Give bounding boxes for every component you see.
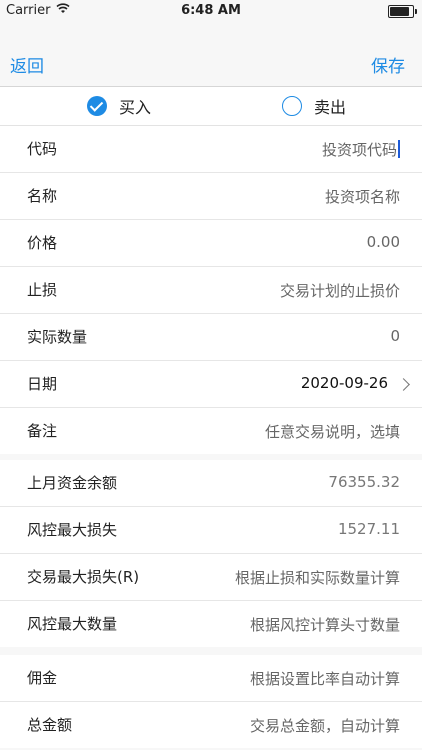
date-value[interactable]: 2020-09-26 bbox=[301, 374, 388, 392]
balance-value: 76355.32 bbox=[328, 473, 400, 491]
trade-max-loss-row: 交易最大损失(R) 根据止损和实际数量计算 bbox=[0, 554, 422, 601]
max-qty-row: 风控最大数量 根据风控计算头寸数量 bbox=[0, 601, 422, 647]
name-input[interactable]: 投资项名称 bbox=[325, 186, 400, 207]
total-label: 总金额 bbox=[27, 716, 73, 734]
price-input[interactable]: 0.00 bbox=[367, 233, 400, 251]
total-value: 交易总金额，自动计算 bbox=[249, 717, 400, 735]
max-loss-value: 1527.11 bbox=[337, 520, 400, 538]
commission-row: 佣金 根据设置比率自动计算 bbox=[0, 655, 422, 702]
back-button[interactable]: 返回 bbox=[10, 52, 44, 77]
note-label: 备注 bbox=[27, 422, 58, 440]
balance-row: 上月资金余额 76355.32 bbox=[0, 460, 422, 507]
max-loss-row: 风控最大损失 1527.11 bbox=[0, 507, 422, 554]
buy-option[interactable]: 买入 bbox=[87, 95, 151, 117]
text-cursor bbox=[398, 140, 400, 158]
trade-max-loss-label: 交易最大损失(R) bbox=[27, 568, 140, 586]
clock: 6:48 AM bbox=[181, 3, 241, 18]
code-row[interactable]: 代码 投资项代码 bbox=[0, 126, 422, 173]
risk-section: 上月资金余额 76355.32 风控最大损失 1527.11 交易最大损失(R)… bbox=[0, 460, 422, 647]
chevron-right-icon bbox=[397, 378, 410, 391]
note-row[interactable]: 备注 任意交易说明，选填 bbox=[0, 408, 422, 454]
buy-label: 买入 bbox=[119, 98, 152, 117]
checked-radio-icon bbox=[87, 96, 107, 116]
quantity-row[interactable]: 实际数量 0 bbox=[0, 314, 422, 361]
price-label: 价格 bbox=[27, 234, 58, 252]
trade-direction-selector: 买入 卖出 bbox=[0, 87, 422, 126]
note-input[interactable]: 任意交易说明，选填 bbox=[265, 421, 400, 442]
commission-label: 佣金 bbox=[27, 669, 58, 687]
max-qty-label: 风控最大数量 bbox=[27, 615, 118, 633]
trade-max-loss-value: 根据止损和实际数量计算 bbox=[234, 569, 400, 587]
max-qty-value: 根据风控计算头寸数量 bbox=[249, 616, 400, 634]
sell-label: 卖出 bbox=[314, 98, 347, 117]
name-label: 名称 bbox=[27, 187, 58, 205]
code-input[interactable]: 投资项代码 bbox=[322, 139, 400, 160]
total-row: 总金额 交易总金额，自动计算 bbox=[0, 702, 422, 748]
sell-option[interactable]: 卖出 bbox=[282, 95, 346, 117]
max-loss-label: 风控最大损失 bbox=[27, 521, 118, 539]
name-row[interactable]: 名称 投资项名称 bbox=[0, 173, 422, 220]
quantity-input[interactable]: 0 bbox=[390, 327, 400, 345]
stoploss-input[interactable]: 交易计划的止损价 bbox=[280, 280, 400, 301]
trade-form-section: 代码 投资项代码 名称 投资项名称 价格 0.00 止损 交易计划的止损价 实际… bbox=[0, 126, 422, 454]
navigation-bar: 返回 保存 bbox=[0, 22, 422, 87]
stoploss-label: 止损 bbox=[27, 281, 58, 299]
date-row[interactable]: 日期 2020-09-26 bbox=[0, 361, 422, 408]
price-row[interactable]: 价格 0.00 bbox=[0, 220, 422, 267]
fees-section: 佣金 根据设置比率自动计算 总金额 交易总金额，自动计算 bbox=[0, 655, 422, 748]
unchecked-radio-icon bbox=[282, 96, 302, 116]
stoploss-row[interactable]: 止损 交易计划的止损价 bbox=[0, 267, 422, 314]
save-button[interactable]: 保存 bbox=[371, 52, 405, 77]
commission-value: 根据设置比率自动计算 bbox=[249, 670, 400, 688]
status-bar: Carrier 6:48 AM bbox=[0, 0, 422, 22]
date-label: 日期 bbox=[27, 375, 58, 393]
quantity-label: 实际数量 bbox=[27, 328, 88, 346]
balance-label: 上月资金余额 bbox=[27, 474, 118, 492]
battery-icon bbox=[388, 5, 417, 18]
code-label: 代码 bbox=[27, 140, 58, 158]
